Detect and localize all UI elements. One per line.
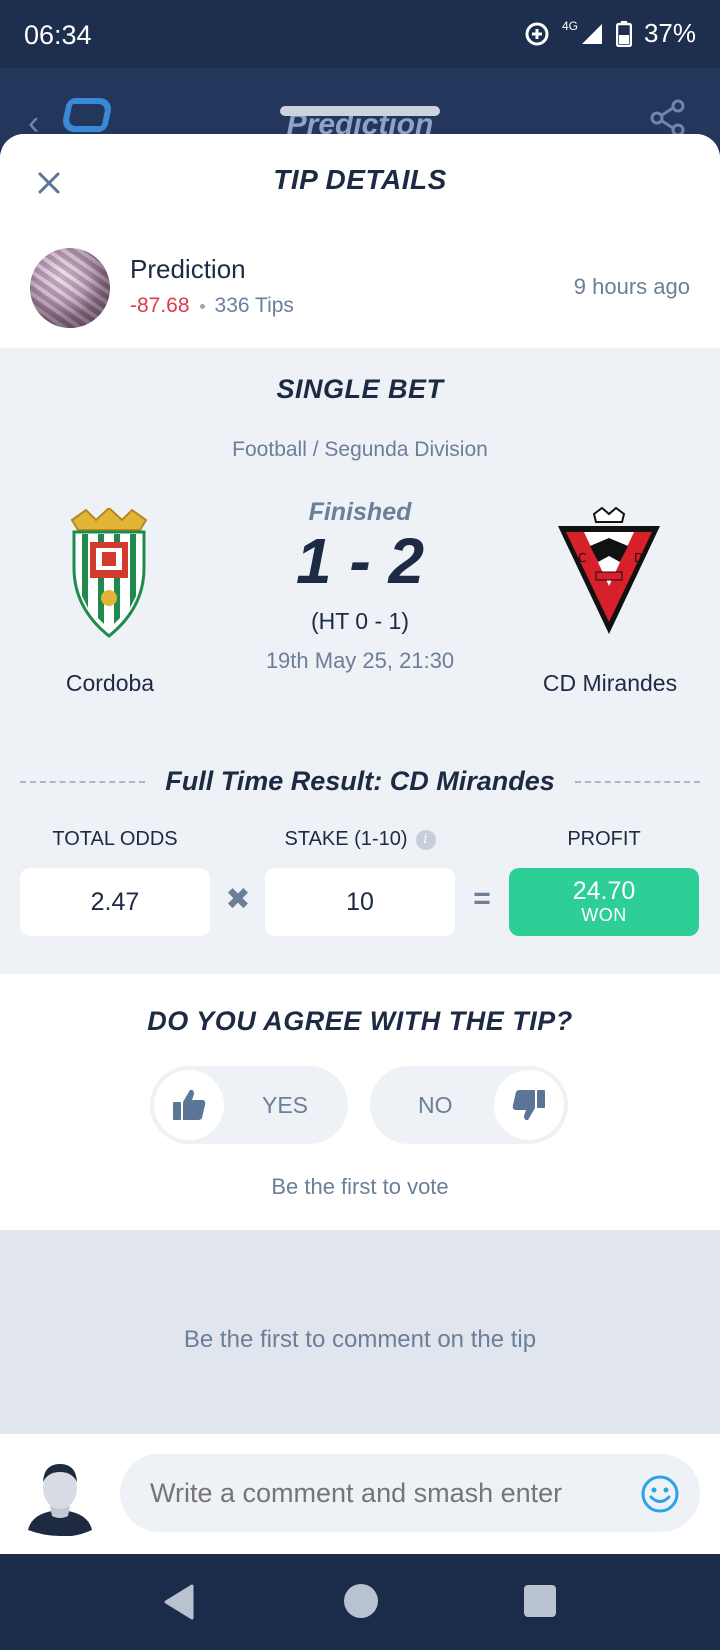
status-time: 06:34 <box>24 20 92 50</box>
vote-section: DO YOU AGREE WITH THE TIP? YES NO Be the… <box>0 974 720 1230</box>
equals-icon: = <box>473 882 491 915</box>
tipster-profit: -87.68 <box>130 294 190 317</box>
status-icons: 4G 37% <box>524 18 696 49</box>
battery-level: 37% <box>643 18 696 48</box>
smiley-icon[interactable] <box>640 1474 680 1514</box>
tipster-stats: -87.68 336 Tips <box>130 294 294 318</box>
profit-label: PROFIT <box>567 828 641 850</box>
sheet-drag-handle[interactable] <box>280 106 440 116</box>
tipster-tips-count: 336 Tips <box>214 294 294 317</box>
comment-input[interactable] <box>120 1454 700 1532</box>
tip-posted-time: 9 hours ago <box>573 274 690 299</box>
home-team-name: Cordoba <box>65 670 155 696</box>
comment-composer <box>0 1434 720 1554</box>
home-icon[interactable] <box>344 1584 378 1618</box>
divider <box>20 780 146 783</box>
signal-icon <box>581 23 602 44</box>
bet-details: SINGLE BET Football / Segunda Division C… <box>0 348 720 974</box>
odds-label: TOTAL ODDS <box>52 828 178 850</box>
vote-no-button[interactable]: NO <box>370 1066 568 1144</box>
status-bar: 06:34 4G 37% <box>0 0 720 68</box>
stake-header: STAKE (1-10) i <box>265 828 455 851</box>
tipster-avatar[interactable] <box>30 248 110 328</box>
away-team-name: CD Mirandes <box>542 670 678 696</box>
vote-hint: Be the first to vote <box>271 1174 449 1199</box>
thumbs-down-icon <box>494 1070 564 1140</box>
svg-text:C: C <box>578 551 586 565</box>
stake-value: 10 <box>265 868 455 936</box>
bet-type: SINGLE BET <box>276 374 444 404</box>
outcome-badge: WON <box>581 904 627 925</box>
profit-value: 24.70 <box>572 877 636 906</box>
network-type: 4G <box>561 18 578 33</box>
stake-label: STAKE (1-10) <box>284 828 408 850</box>
pick-label: Full Time Result: CD Mirandes <box>165 766 555 796</box>
svg-text:D: D <box>634 551 643 565</box>
vote-title: DO YOU AGREE WITH THE TIP? <box>147 1006 573 1036</box>
data-saver-icon <box>525 22 549 45</box>
tip-details-sheet: TIP DETAILS Prediction -87.68 336 Tips 9… <box>0 134 720 1554</box>
profit-box: 24.70 WON <box>509 868 699 936</box>
back-icon[interactable] <box>162 1584 196 1620</box>
tipster-name[interactable]: Prediction <box>130 254 246 285</box>
pick-line: Full Time Result: CD Mirandes <box>20 766 700 797</box>
user-avatar <box>28 1464 92 1536</box>
info-icon[interactable]: i <box>415 829 436 850</box>
thumbs-up-icon <box>154 1070 224 1140</box>
battery-icon <box>615 20 632 47</box>
share-icon[interactable] <box>648 98 688 138</box>
multiply-icon: ✖ <box>225 883 251 916</box>
league-label: Football / Segunda Division <box>232 438 488 461</box>
odds-value: 2.47 <box>20 868 210 936</box>
system-nav-bar <box>0 1554 720 1650</box>
separator-dot <box>199 303 205 309</box>
vote-yes-button[interactable]: YES <box>150 1066 348 1144</box>
comments-empty-text: Be the first to comment on the tip <box>183 1326 537 1353</box>
divider <box>574 780 700 783</box>
sheet-title: TIP DETAILS <box>273 164 447 195</box>
away-team-crest: C D <box>558 506 660 634</box>
recents-icon[interactable] <box>524 1585 556 1617</box>
sheet-header: TIP DETAILS <box>0 134 720 222</box>
vote-yes-label: YES <box>262 1091 309 1118</box>
vote-no-label: NO <box>418 1091 453 1118</box>
